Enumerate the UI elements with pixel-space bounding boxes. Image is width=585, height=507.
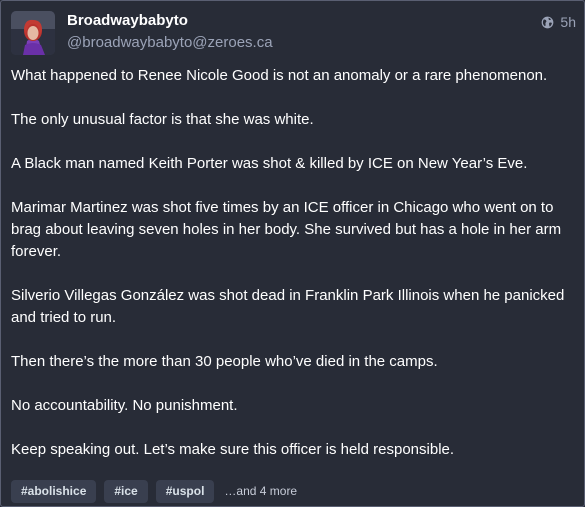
avatar[interactable] <box>11 11 55 55</box>
author-names: Broadwaybabyto @broadwaybabyto@zeroes.ca <box>67 11 273 53</box>
globe-icon <box>541 16 554 29</box>
post-paragraph: Then there’s the more than 30 people who… <box>11 353 438 370</box>
post-paragraph: Marimar Martinez was shot five times by … <box>11 199 562 260</box>
post-paragraph: What happened to Renee Nicole Good is no… <box>11 67 548 84</box>
hashtag-bar: #abolishice #ice #uspol …and 4 more <box>11 480 297 503</box>
post-paragraph: Silverio Villegas González was shot dead… <box>11 287 565 326</box>
post-card: Broadwaybabyto @broadwaybabyto@zeroes.ca… <box>0 0 585 507</box>
post-header: Broadwaybabyto @broadwaybabyto@zeroes.ca… <box>11 11 576 55</box>
post-paragraph: No accountability. No punishment. <box>11 397 238 414</box>
post-content: What happened to Renee Nicole Good is no… <box>11 65 571 461</box>
avatar-image <box>11 11 55 55</box>
hashtag-abolishice[interactable]: #abolishice <box>11 480 97 503</box>
hashtag-uspol[interactable]: #uspol <box>155 480 215 503</box>
account-handle[interactable]: @broadwaybabyto@zeroes.ca <box>67 33 273 53</box>
post-paragraph: A Black man named Keith Porter was shot … <box>11 155 528 172</box>
display-name[interactable]: Broadwaybabyto <box>67 11 273 31</box>
post-time[interactable]: 5h <box>560 13 576 31</box>
post-paragraph: The only unusual factor is that she was … <box>11 111 314 128</box>
hashtag-ice[interactable]: #ice <box>104 480 148 503</box>
post-meta: 5h <box>541 13 576 31</box>
post-paragraph: Keep speaking out. Let’s make sure this … <box>11 441 455 458</box>
more-hashtags-link[interactable]: …and 4 more <box>224 480 297 503</box>
